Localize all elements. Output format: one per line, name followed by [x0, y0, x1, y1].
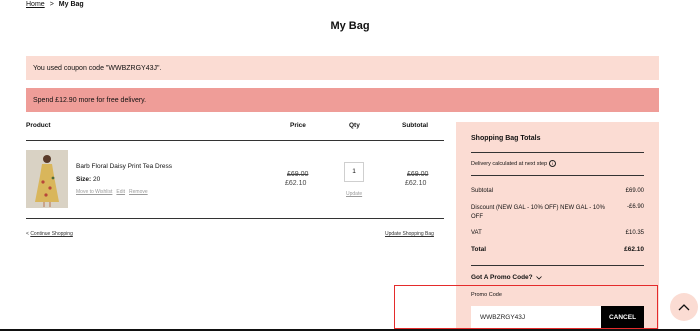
chevron-up-icon: [678, 304, 690, 311]
product-size: Size: 20: [76, 176, 100, 183]
remove-link[interactable]: Remove: [129, 189, 148, 195]
price-original: £69.00: [287, 171, 309, 178]
scroll-to-top-button[interactable]: [670, 293, 698, 321]
totals-row-label: Subtotal: [471, 188, 494, 194]
promo-toggle[interactable]: Got A Promo Code?: [471, 274, 542, 281]
chevron-down-icon: [535, 275, 542, 280]
product-image[interactable]: [26, 150, 68, 208]
header-subtotal: Subtotal: [402, 122, 428, 129]
totals-divider: [471, 175, 644, 176]
update-shopping-bag-link[interactable]: Update Shopping Bag: [385, 231, 434, 237]
promo-code-label: Promo Code: [471, 292, 502, 298]
move-to-wishlist-link[interactable]: Move to Wishlist: [76, 189, 112, 195]
table-divider-bottom: [26, 218, 444, 219]
totals-row-label: Total: [471, 246, 487, 253]
price-discounted: £62.10: [285, 180, 307, 187]
breadcrumb-separator: >: [49, 1, 54, 8]
header-product: Product: [26, 122, 51, 129]
product-size-value: 20: [92, 176, 101, 183]
totals-row-value: £69.00: [625, 188, 644, 194]
page-title: My Bag: [330, 20, 370, 32]
breadcrumb-home-link[interactable]: Home: [26, 1, 45, 8]
dress-thumbnail-icon: [26, 150, 68, 208]
quantity-input[interactable]: 1: [344, 162, 364, 182]
totals-divider: [471, 152, 644, 153]
quantity-update-link[interactable]: Update: [346, 191, 362, 197]
product-actions: Move to Wishlist Edit Remove: [76, 189, 152, 195]
continue-shopping-link[interactable]: < Continue Shopping: [26, 231, 73, 237]
totals-row-value: £62.10: [624, 246, 644, 253]
coupon-notice: You used coupon code "WWBZRGY43J".: [26, 56, 659, 80]
edit-link[interactable]: Edit: [116, 189, 125, 195]
header-price: Price: [290, 122, 306, 129]
totals-row-label: Discount (NEW GAL - 10% OFF) NEW GAL - 1…: [471, 205, 605, 220]
header-qty: Qty: [349, 122, 360, 129]
totals-row-value: £10.35: [625, 230, 644, 236]
promo-code-input[interactable]: [471, 306, 601, 328]
totals-title: Shopping Bag Totals: [471, 135, 541, 142]
info-icon[interactable]: i: [549, 160, 557, 167]
product-size-label: Size:: [76, 176, 92, 183]
breadcrumb-current: My Bag: [58, 1, 84, 8]
table-divider-top: [26, 140, 444, 141]
totals-divider: [471, 265, 644, 266]
cancel-promo-button[interactable]: CANCEL: [601, 306, 644, 328]
totals-row-label: VAT: [471, 230, 482, 236]
promo-title: Got A Promo Code?: [471, 274, 533, 281]
subtotal-discounted: £62.10: [405, 180, 427, 187]
totals-row-value: -£6.90: [626, 204, 644, 210]
chevron-left-icon: <: [26, 231, 29, 237]
subtotal-original: £69.00: [407, 171, 429, 178]
delivery-note: Delivery calculated at next step i: [471, 160, 557, 167]
free-delivery-notice: Spend £12.90 more for free delivery.: [26, 88, 659, 112]
shopping-bag-totals: Shopping Bag Totals Delivery calculated …: [456, 122, 659, 331]
continue-shopping-label: Continue Shopping: [30, 231, 73, 237]
delivery-note-text: Delivery calculated at next step: [471, 160, 548, 167]
breadcrumb: Home > My Bag: [26, 1, 84, 8]
product-name[interactable]: Barb Floral Daisy Print Tea Dress: [76, 163, 172, 170]
